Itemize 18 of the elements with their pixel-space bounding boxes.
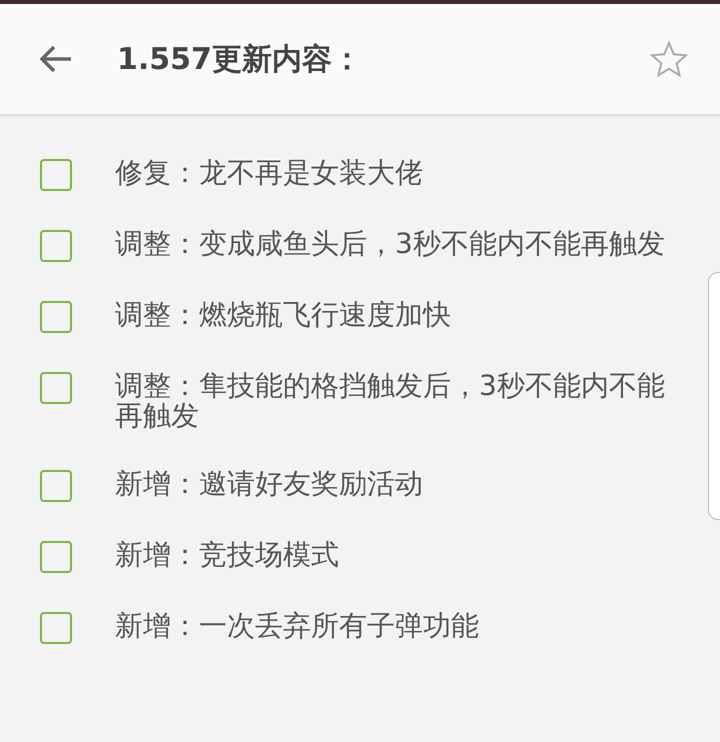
task-text: 调整：燃烧瓶飞行速度加快	[115, 300, 452, 330]
task-text: 调整：变成咸鱼头后，3秒不能内不能再触发	[115, 229, 666, 259]
checkbox[interactable]	[40, 372, 72, 404]
task-text: 调整：隼技能的格挡触发后，3秒不能内不能再触发	[115, 371, 666, 431]
star-icon	[650, 41, 688, 77]
checkbox[interactable]	[40, 541, 72, 573]
task-text: 新增：一次丢弃所有子弹功能	[115, 611, 480, 641]
checkbox[interactable]	[40, 230, 72, 262]
checkbox[interactable]	[40, 470, 72, 502]
page-title: 1.557更新内容：	[117, 40, 363, 78]
back-arrow-icon	[39, 44, 73, 74]
task-text: 修复：龙不再是女装大佬	[115, 158, 424, 188]
favorite-button[interactable]	[648, 38, 690, 80]
checkbox[interactable]	[40, 301, 72, 333]
checkbox[interactable]	[40, 159, 72, 191]
task-text: 新增：邀请好友奖励活动	[115, 469, 424, 499]
checkbox[interactable]	[40, 612, 72, 644]
task-text: 新增：竞技场模式	[115, 540, 340, 570]
